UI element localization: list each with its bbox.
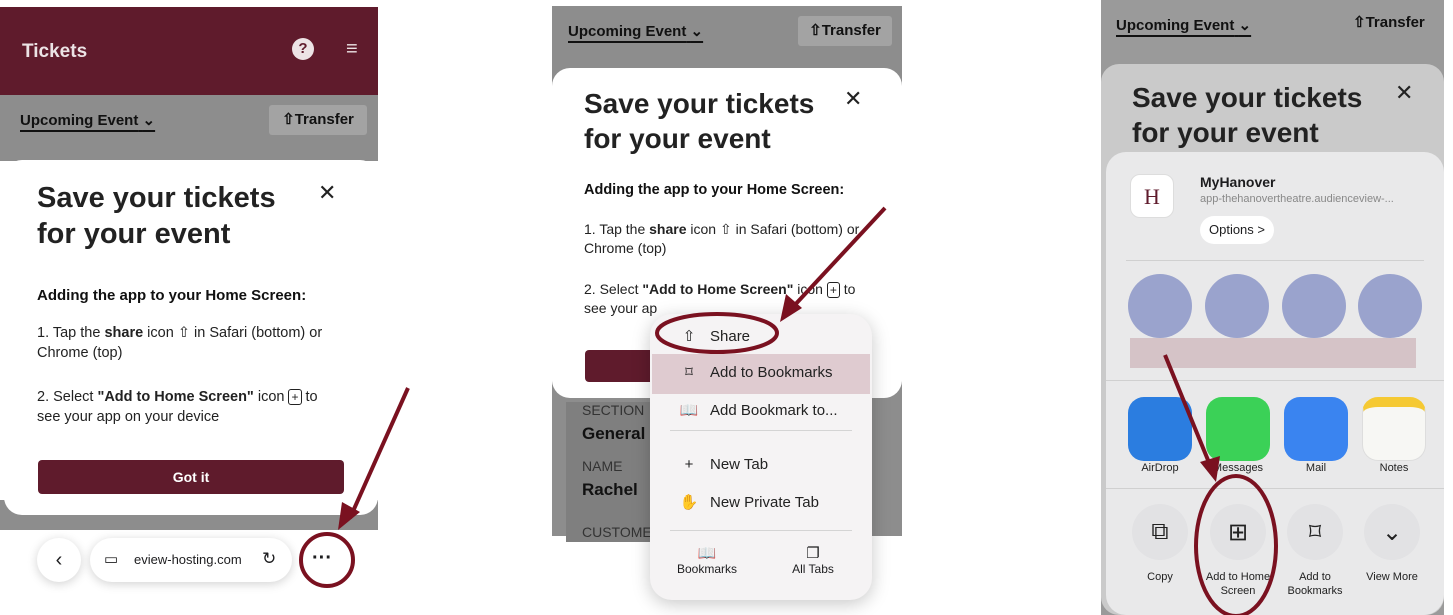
tutorial-annotations [299,206,1278,615]
highlight-circle [655,312,779,354]
highlight-circle [1194,474,1278,615]
arrow-pointer [1163,354,1220,482]
highlight-circle [299,532,355,588]
arrow-pointer [780,206,887,322]
arrow-pointer [338,387,410,530]
